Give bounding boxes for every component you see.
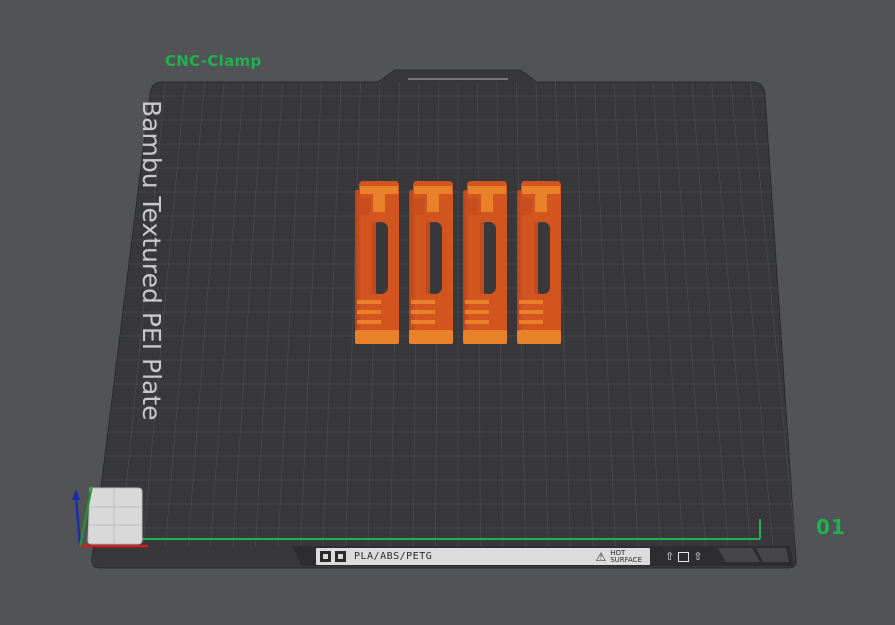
filament-type-icon-2	[335, 551, 346, 562]
hot-surface-line2: SURFACE	[610, 555, 642, 564]
origin-block	[87, 487, 143, 545]
plate-brand-text: Bambu Textured PEI Plate	[137, 100, 166, 421]
plate-label-strip: PLA/ABS/PETG ⚠ HOT SURFACE	[316, 548, 650, 565]
clamp-part[interactable]	[355, 181, 399, 344]
square-icon	[678, 551, 690, 562]
plate-number-label[interactable]: 01	[816, 515, 846, 539]
hot-surface-warning: ⚠ HOT SURFACE	[595, 549, 642, 564]
up-arrow-icon-2: ⇧	[693, 550, 703, 563]
plate-name-label[interactable]: CNC-Clamp	[165, 52, 261, 70]
up-arrow-icon: ⇧	[665, 550, 675, 563]
plate-orientation-icons: ⇧ ⇧	[665, 548, 702, 565]
filament-type-icon	[320, 551, 331, 562]
hot-surface-warning-icon: ⚠	[595, 549, 607, 564]
clamp-part[interactable]	[409, 181, 453, 344]
clamp-part[interactable]	[517, 181, 561, 344]
material-label: PLA/ABS/PETG	[354, 551, 433, 562]
clamp-part[interactable]	[463, 181, 507, 344]
